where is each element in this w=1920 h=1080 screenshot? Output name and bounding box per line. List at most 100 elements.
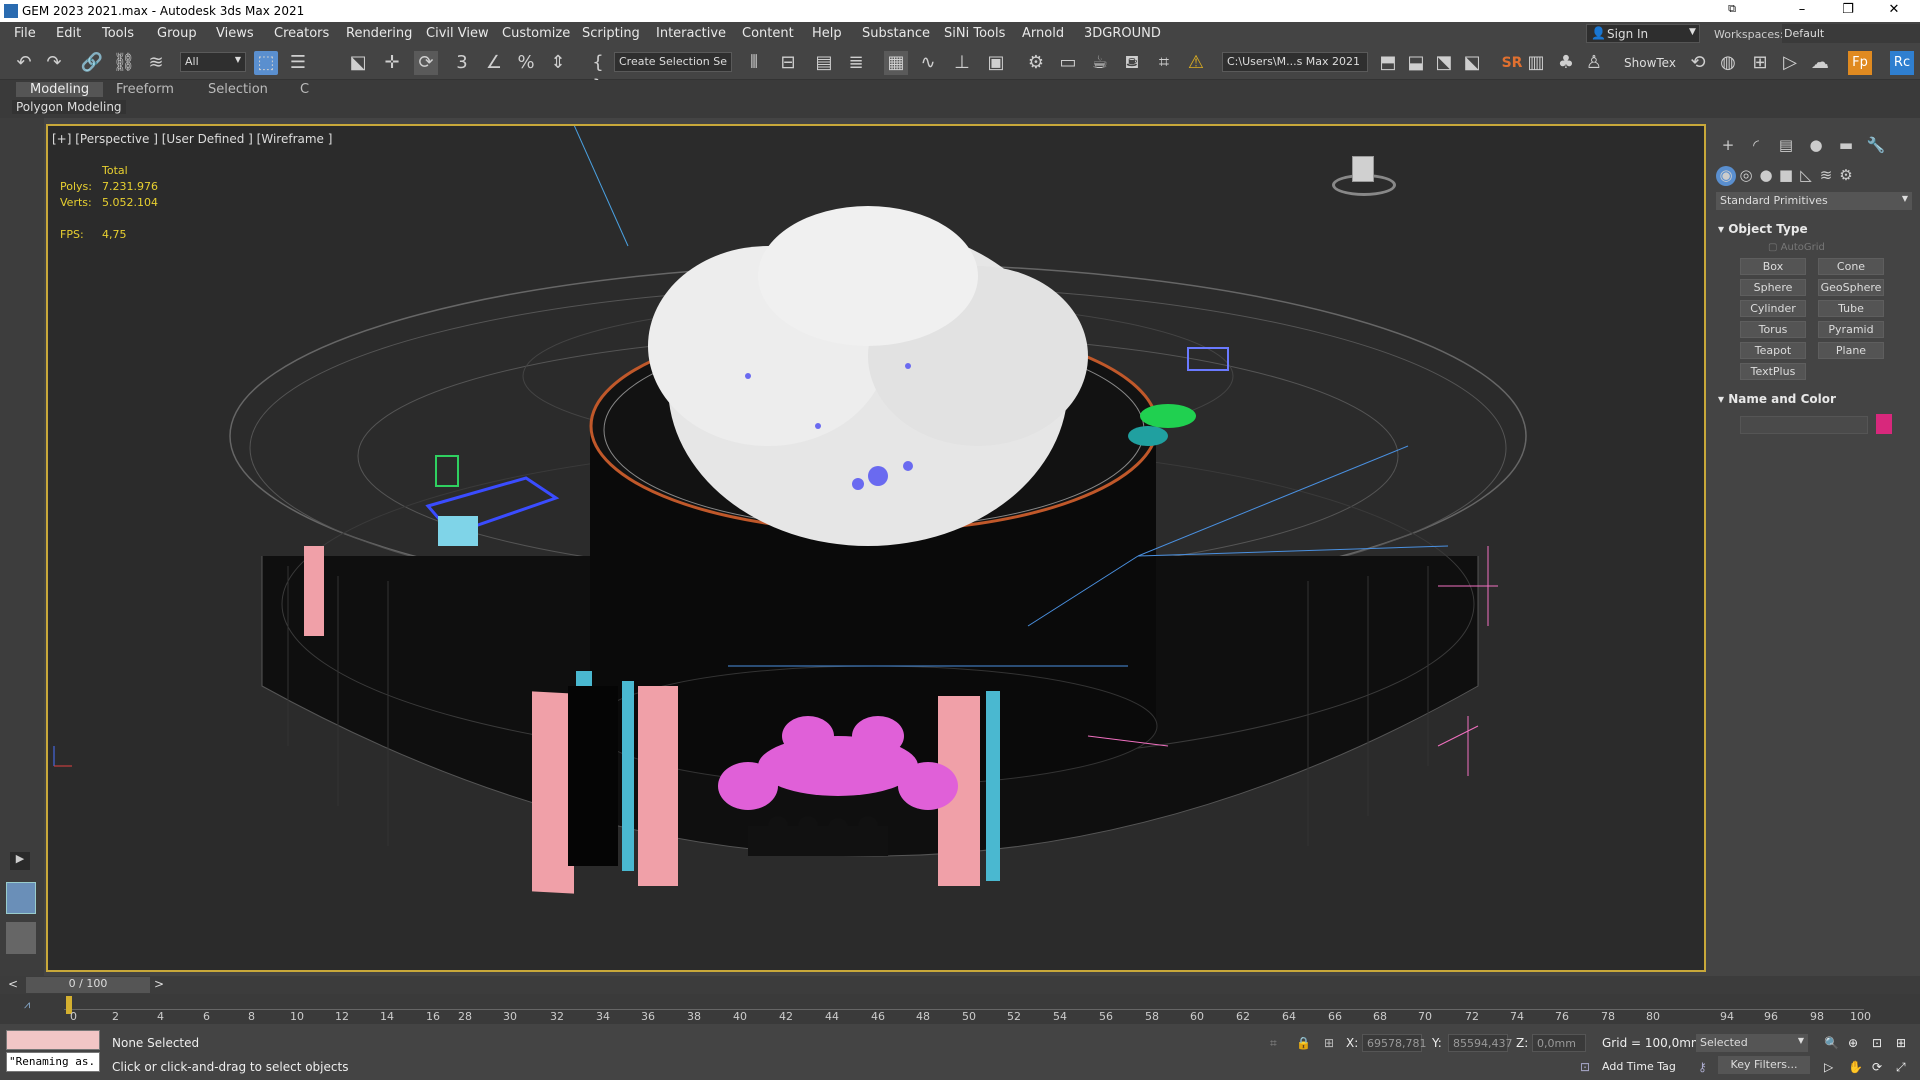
create-tab-icon[interactable]: +	[1718, 136, 1738, 156]
object-color-swatch[interactable]	[1876, 414, 1892, 434]
pyramid-button[interactable]: Pyramid	[1818, 321, 1884, 338]
ribbon-toggle-icon[interactable]: ▦	[884, 51, 908, 75]
track-bar[interactable]: ⩘ 0 2 4 6 8 10 12 14 16 28 30 32 34 36 3…	[0, 994, 1920, 1024]
absolute-mode-icon[interactable]: ⊞	[1324, 1036, 1334, 1050]
zoom-extents-icon[interactable]: ⊡	[1872, 1036, 1882, 1050]
polygon-modeling-panel[interactable]: Polygon Modeling	[12, 100, 126, 114]
key-mode-dropdown[interactable]: Selected ▼	[1696, 1034, 1808, 1052]
showtex-button[interactable]: ShowTex	[1624, 56, 1676, 70]
time-slider-thumb[interactable]: 0 / 100	[26, 977, 150, 993]
render-setup-icon[interactable]: ⚙	[1024, 51, 1048, 75]
tab-modeling[interactable]: Modeling	[16, 82, 104, 97]
viewcube-cube[interactable]	[1352, 156, 1374, 182]
set-key-icon[interactable]: ⚷	[1698, 1060, 1707, 1074]
viewport-icon[interactable]: ⊞	[1748, 51, 1772, 75]
cameras-icon[interactable]: ■	[1776, 166, 1796, 186]
orbit-icon[interactable]: ⟳	[1872, 1060, 1882, 1074]
figure-icon[interactable]: ♙	[1582, 51, 1606, 75]
select-by-name-icon[interactable]: ☰	[286, 51, 310, 75]
x-coordinate-field[interactable]: 69578,781	[1362, 1034, 1427, 1052]
display-tab-icon[interactable]: ▬	[1836, 136, 1856, 156]
undo-icon[interactable]: ↶	[12, 51, 36, 75]
set-project-icon[interactable]: ⬓	[1404, 51, 1428, 75]
teapot-button[interactable]: Teapot	[1740, 342, 1806, 359]
key-filters-button[interactable]: Key Filters...	[1718, 1056, 1810, 1074]
modify-tab-icon[interactable]: ◜	[1746, 136, 1766, 156]
tab-more[interactable]: C	[300, 82, 309, 97]
sync-icon[interactable]: ⟲	[1686, 51, 1710, 75]
unlink-icon[interactable]: ⛓	[112, 51, 136, 75]
play-icon[interactable]: ▷	[1778, 51, 1802, 75]
archive-icon[interactable]: ⬕	[1460, 51, 1484, 75]
menu-interactive[interactable]: Interactive	[656, 26, 726, 41]
viewcube[interactable]	[1332, 150, 1396, 200]
close-button[interactable]: ✕	[1874, 2, 1914, 20]
menu-scripting[interactable]: Scripting	[582, 26, 640, 41]
pan-icon[interactable]: ✋	[1848, 1060, 1863, 1074]
select-and-link-icon[interactable]: ⬕	[346, 51, 370, 75]
object-name-field[interactable]	[1740, 416, 1868, 434]
minimize-button[interactable]: –	[1782, 2, 1822, 20]
maxscript-listener-top[interactable]	[6, 1030, 100, 1050]
fov-icon[interactable]: ▷	[1824, 1060, 1833, 1074]
zoom-all-icon[interactable]: ⊕	[1848, 1036, 1858, 1050]
spacewarps-icon[interactable]: ≋	[1816, 166, 1836, 186]
project-icon[interactable]: ⬔	[1432, 51, 1456, 75]
menu-edit[interactable]: Edit	[56, 26, 81, 41]
viewport-layout-1[interactable]	[6, 882, 36, 914]
category-dropdown[interactable]: Standard Primitives ▼	[1716, 192, 1912, 210]
material-editor-icon[interactable]: ▣	[984, 51, 1008, 75]
object-type-rollout[interactable]: ▾ Object Type	[1718, 222, 1808, 236]
schematic-view-icon[interactable]: ⊥	[950, 51, 974, 75]
lock-icon[interactable]: 🔒	[1296, 1036, 1311, 1050]
render-iterative-icon[interactable]: ⛾	[1120, 51, 1144, 75]
angle-snap-icon[interactable]: ∠	[482, 51, 506, 75]
layer-explorer-icon[interactable]: ≣	[844, 51, 868, 75]
hierarchy-tab-icon[interactable]: ▤	[1776, 136, 1796, 156]
select-object-icon[interactable]: ⬚	[254, 51, 278, 75]
forest-pack-icon[interactable]: Fp	[1848, 51, 1872, 75]
rendered-frame-window-icon[interactable]: ▭	[1056, 51, 1080, 75]
sphere-icon[interactable]: ◍	[1716, 51, 1740, 75]
menu-sini-tools[interactable]: SiNi Tools	[944, 26, 1005, 41]
menu-customize[interactable]: Customize	[502, 26, 570, 41]
project-path-dropdown[interactable]: C:\Users\M...s Max 2021	[1222, 52, 1368, 72]
perspective-viewport[interactable]: [+] [Perspective ] [User Defined ] [Wire…	[46, 124, 1706, 972]
spinner-snap-icon[interactable]: ⇕	[546, 51, 570, 75]
menu-views[interactable]: Views	[216, 26, 254, 41]
torus-button[interactable]: Torus	[1740, 321, 1806, 338]
menu-file[interactable]: File	[14, 26, 36, 41]
prev-frame-icon[interactable]: <	[8, 977, 18, 991]
time-tag-icon[interactable]: ⊡	[1580, 1060, 1590, 1074]
sign-in-dropdown[interactable]: 👤 Sign In ▼	[1586, 24, 1700, 43]
menu-tools[interactable]: Tools	[102, 26, 134, 41]
move-icon[interactable]: ✛	[380, 51, 404, 75]
zoom-extents-all-icon[interactable]: ⊞	[1896, 1036, 1906, 1050]
isolate-icon[interactable]: ⌗	[1270, 1036, 1277, 1051]
tab-selection[interactable]: Selection	[208, 82, 268, 97]
cone-button[interactable]: Cone	[1818, 258, 1884, 275]
sr-button[interactable]: SR	[1500, 51, 1524, 75]
selection-filter-dropdown[interactable]: All ▼	[180, 52, 246, 72]
redo-icon[interactable]: ↷	[42, 51, 66, 75]
curve-editor-icon[interactable]: ∿	[916, 51, 940, 75]
restore-button[interactable]: ❐	[1828, 2, 1868, 20]
menu-rendering[interactable]: Rendering	[346, 26, 412, 41]
menu-civil-view[interactable]: Civil View	[426, 26, 489, 41]
tube-button[interactable]: Tube	[1818, 300, 1884, 317]
render-production-icon[interactable]: ☕	[1088, 51, 1112, 75]
railclone-icon[interactable]: Rc	[1890, 51, 1914, 75]
snap-3d-icon[interactable]: 3	[450, 51, 474, 75]
viewport-layout-2[interactable]	[6, 922, 36, 954]
mini-curve-editor-icon[interactable]: ⩘	[24, 998, 30, 1012]
tab-freeform[interactable]: Freeform	[116, 82, 174, 97]
expand-layout-icon[interactable]: ▶	[10, 852, 30, 870]
tree-icon[interactable]: ♣	[1554, 51, 1578, 75]
list-icon[interactable]: ▥	[1524, 51, 1548, 75]
systems-icon[interactable]: ⚙	[1836, 166, 1856, 186]
render-in-cloud-icon[interactable]: ⌗	[1152, 51, 1176, 75]
menu-arnold[interactable]: Arnold	[1022, 26, 1064, 41]
z-coordinate-field[interactable]: 0,0mm	[1532, 1034, 1586, 1052]
sphere-button[interactable]: Sphere	[1740, 279, 1806, 296]
add-time-tag[interactable]: Add Time Tag	[1602, 1060, 1676, 1073]
